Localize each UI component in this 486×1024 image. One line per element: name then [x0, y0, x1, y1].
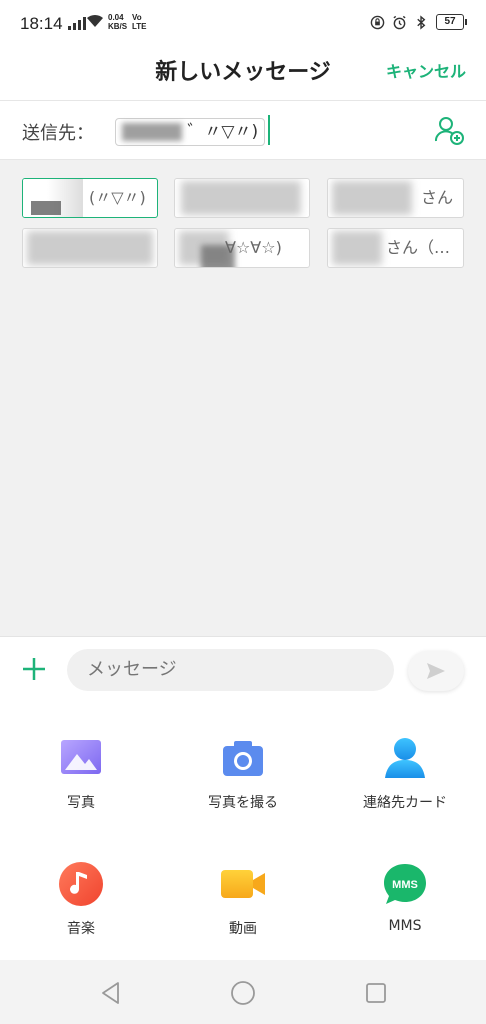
redacted-block [332, 231, 382, 265]
attachment-panel: 写真 写真を撮る 連絡先カード 音楽 動画 MMS MMS [0, 706, 486, 960]
redacted-block [122, 123, 182, 141]
suggestion-chip[interactable]: ∀☆∀☆) [174, 228, 310, 268]
contact-suggestions: (〃▽〃) さん ∀☆∀☆) さん（… [0, 160, 486, 636]
attach-video[interactable]: 動画 [162, 860, 324, 938]
mms-icon: MMS [384, 864, 426, 904]
battery-icon: 57 [436, 14, 467, 30]
photo-icon [61, 740, 101, 774]
redacted-block [27, 231, 153, 265]
message-input[interactable] [67, 649, 394, 691]
home-icon[interactable] [230, 980, 256, 1006]
redacted-block [181, 181, 301, 215]
suggestion-chip[interactable]: (〃▽〃) [22, 178, 158, 218]
attach-camera-label: 写真を撮る [208, 795, 278, 811]
attach-contact-card-label: 連絡先カード [363, 795, 447, 811]
music-icon [59, 862, 103, 906]
attach-camera[interactable]: 写真を撮る [162, 734, 324, 812]
alarm-icon [393, 15, 406, 29]
recents-icon[interactable] [363, 980, 389, 1006]
suggestion-chip[interactable]: さん（… [327, 228, 464, 268]
attach-photo-label: 写真 [67, 795, 95, 811]
attach-music-label: 音楽 [67, 921, 95, 937]
suggestion-chip[interactable] [22, 228, 158, 268]
message-composer [0, 636, 486, 706]
attach-mms[interactable]: MMS MMS [324, 860, 486, 934]
suggestion-chip[interactable] [174, 178, 310, 218]
redacted-block [332, 181, 412, 215]
recipient-chip[interactable]: ゛〃▽〃) [115, 118, 266, 146]
attach-video-label: 動画 [229, 921, 257, 937]
recipient-label: 送信先： [22, 123, 94, 144]
bluetooth-icon [417, 14, 426, 30]
cancel-button[interactable]: キャンセル [386, 58, 466, 82]
back-icon[interactable] [98, 980, 124, 1006]
wifi-icon [87, 14, 103, 27]
recipient-chip-text: ゛〃▽〃) [187, 122, 259, 142]
add-attachment-icon[interactable] [20, 655, 48, 683]
status-bar: 18:14 0.04 KB/S Vo LTE 57 [0, 0, 486, 48]
attach-contact-card[interactable]: 連絡先カード [324, 734, 486, 812]
signal-icon [68, 16, 86, 30]
send-icon [427, 663, 445, 679]
attach-mms-label: MMS [388, 918, 422, 934]
video-icon [221, 870, 265, 898]
attach-music[interactable]: 音楽 [0, 860, 162, 938]
suggestion-chip[interactable]: さん [327, 178, 464, 218]
add-contact-icon[interactable] [434, 115, 464, 145]
attach-photo[interactable]: 写真 [0, 734, 162, 812]
system-nav-bar [0, 960, 486, 1024]
text-cursor [268, 115, 270, 145]
recipient-row: 送信先： ゛〃▽〃) [0, 100, 486, 160]
lock-rotation-icon [370, 15, 385, 29]
network-speed: 0.04 KB/S [108, 13, 128, 31]
contact-card-icon [385, 738, 425, 778]
camera-icon [223, 741, 263, 776]
app-header: 新しいメッセージ キャンセル [0, 48, 486, 100]
svg-text:MMS: MMS [392, 879, 418, 891]
volte-indicator: Vo LTE [132, 13, 147, 31]
redacted-block [31, 201, 61, 215]
send-button[interactable] [408, 651, 464, 691]
status-time: 18:14 [20, 14, 63, 33]
